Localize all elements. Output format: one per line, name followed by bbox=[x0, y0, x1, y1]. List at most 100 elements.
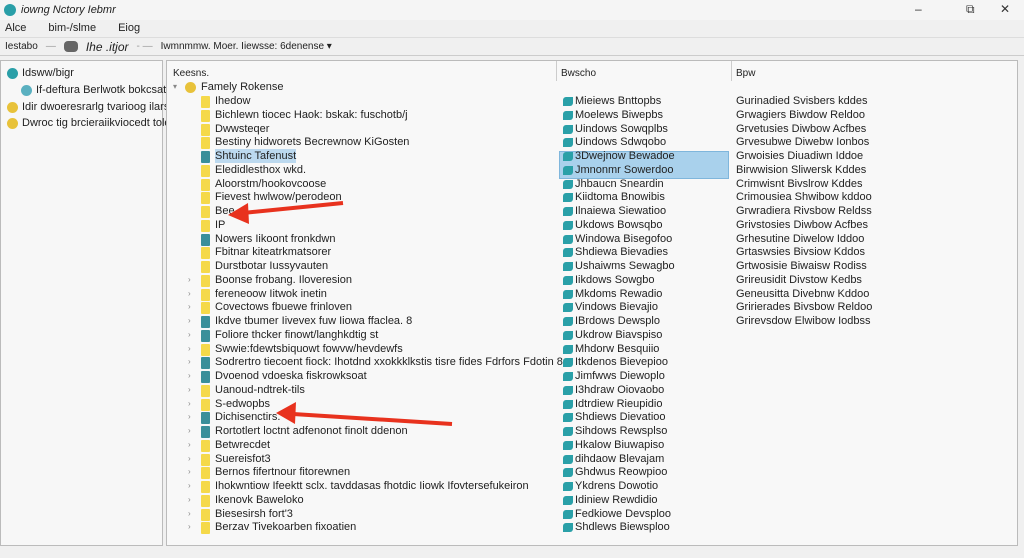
table-row[interactable]: › Sodrertro tiecoent fiock: Ihotdnd xxokk… bbox=[167, 355, 1017, 370]
expand-icon[interactable]: › bbox=[188, 273, 191, 287]
expand-icon[interactable]: › bbox=[188, 287, 191, 301]
value-icon bbox=[563, 413, 573, 423]
value-icon bbox=[563, 399, 573, 409]
table-row[interactable]: Bichlewn tiocec Haok: bskak: fuschotb/j M… bbox=[167, 108, 1017, 122]
row-data: Itkdenos Bievepioo bbox=[575, 356, 668, 369]
breadcrumb[interactable]: Iwmnmmw. Moer. Iiewsse: 6denense ▾ bbox=[161, 41, 332, 52]
table-row[interactable]: Bestiny hidworets Becrewnow KiGosten Uind… bbox=[167, 135, 1017, 150]
expand-icon[interactable]: › bbox=[188, 397, 191, 411]
expand-icon[interactable]: › bbox=[188, 383, 191, 397]
table-row[interactable]: › Ihokwntiow Ifeektt sclx. tavddasas fhot… bbox=[167, 479, 1017, 493]
column-divider[interactable] bbox=[556, 61, 557, 81]
menu-item[interactable]: Eiog bbox=[118, 22, 140, 34]
sidebar-item[interactable]: Idir dwoeresrarlg tvarioog ilarse bbox=[7, 101, 175, 113]
table-row[interactable]: › Suereisfot3 dihdaow Blevajam bbox=[167, 452, 1017, 466]
minimize-button[interactable]: – bbox=[915, 2, 922, 16]
table-row[interactable]: › Ikdve tbumer Iivevex fuw Iiowa ffaclea.… bbox=[167, 314, 1017, 328]
row-data: Vindows Bievajio bbox=[575, 301, 658, 314]
value-icon bbox=[563, 220, 573, 230]
address-path[interactable]: Ihe .itjor bbox=[86, 40, 129, 54]
table-row[interactable]: › Berzav Tivekoarben fixoatien Shdlews Bie… bbox=[167, 520, 1017, 535]
value-icon bbox=[563, 234, 573, 244]
row-name: Eledidlesthox wkd. bbox=[215, 163, 307, 176]
expand-icon[interactable]: › bbox=[188, 300, 191, 314]
table-row[interactable]: IP Ukdows Bowsqbo Grivstosies Diwbow Acfbe… bbox=[167, 218, 1017, 232]
menu-item[interactable]: bim-/slme bbox=[48, 22, 96, 34]
table-row[interactable]: Eledidlesthox wkd. Jmnonmr Sowerdoo Birwwi… bbox=[167, 163, 1017, 177]
table-row[interactable]: › Uanoud-ndtrek-tils I3hdraw Oiovaobo bbox=[167, 383, 1017, 397]
table-row[interactable]: › Rortotlert loctnt adfenonot finolt dden… bbox=[167, 424, 1017, 438]
row-name: Sodrertro tiecoent fiock: Ihotdnd xxokkk… bbox=[215, 356, 563, 369]
sidebar-item[interactable]: If-deftura Berlwotk bokcsats bbox=[21, 84, 172, 96]
row-data: Ukdrow Biavspiso bbox=[575, 328, 663, 341]
expand-icon[interactable]: › bbox=[188, 465, 191, 479]
table-row[interactable]: Ihedow Mieiews Bnttopbs Gurinadied Svisber… bbox=[167, 94, 1017, 108]
table-row[interactable]: › Swwie:fdewtsbiquowt fowvw/hevdewfs Mhdor… bbox=[167, 342, 1017, 356]
close-button[interactable]: ✕ bbox=[1000, 2, 1010, 16]
table-row[interactable]: › Dichisenctirs. Shdiews Dievatioo bbox=[167, 410, 1017, 425]
row-name: fereneoow Iitwok inetin bbox=[215, 287, 327, 300]
value-icon bbox=[563, 358, 573, 368]
table-row[interactable]: Fbitnar kiteatrkmatsorer Shdiewa Bievadie… bbox=[167, 245, 1017, 260]
expand-icon[interactable]: › bbox=[188, 328, 191, 342]
expand-icon[interactable]: › bbox=[188, 438, 191, 452]
table-row[interactable]: › Biesesirsh fort'3 Fedkiowe Devsploo bbox=[167, 507, 1017, 521]
row-data: Mieiews Bnttopbs bbox=[575, 95, 662, 107]
maximize-button[interactable]: ⧉ bbox=[966, 2, 975, 17]
row-type: Grhesutine Diwelow Iddoo bbox=[736, 232, 865, 245]
expand-icon[interactable]: › bbox=[188, 314, 191, 328]
expand-icon[interactable]: › bbox=[188, 493, 191, 507]
expand-icon[interactable]: › bbox=[188, 479, 191, 493]
value-icon bbox=[563, 110, 573, 120]
table-row[interactable]: › Dvoenod vdoeska fiskrowksoat Jimfwws Die… bbox=[167, 369, 1017, 383]
expand-icon[interactable]: ▾ bbox=[173, 80, 177, 94]
table-row[interactable]: › Covectows fbuewe frinloven Vindows Bieva… bbox=[167, 300, 1017, 315]
sidebar-item[interactable]: Idsww/bigr bbox=[7, 67, 74, 79]
table-row[interactable]: › Foliore thcker finowt/langhkdtig st Ukdr… bbox=[167, 328, 1017, 342]
table-row[interactable]: › fereneoow Iitwok inetin Mkdoms Rewadio Ge… bbox=[167, 287, 1017, 301]
table-row[interactable]: › S-edwopbs Idtrdiew Rieupidio bbox=[167, 397, 1017, 411]
tree-root[interactable]: ▾ Famely Rokense bbox=[167, 80, 1017, 94]
table-row[interactable]: Nowers Iikoont fronkdwn Windowa Bisegofoo… bbox=[167, 232, 1017, 246]
expand-icon[interactable]: › bbox=[188, 342, 191, 356]
expand-icon[interactable]: › bbox=[188, 452, 191, 466]
expand-icon[interactable]: › bbox=[188, 369, 191, 383]
row-name: Shtuinc Tafenust bbox=[215, 149, 297, 163]
column-header-data[interactable]: Bwscho bbox=[561, 68, 596, 79]
camera-icon[interactable] bbox=[63, 41, 78, 52]
row-name: Durstbotar Iussyvauten bbox=[215, 260, 329, 272]
menu-item[interactable]: Alce bbox=[5, 22, 26, 34]
sidebar-tree: Idsww/bigr If-deftura Berlwotk bokcsats … bbox=[0, 60, 182, 546]
table-row[interactable]: › Ikenovk Baweloko Idiniew Rewdidio bbox=[167, 493, 1017, 507]
app-icon bbox=[4, 4, 16, 16]
expand-icon[interactable]: › bbox=[188, 410, 191, 424]
table-row[interactable]: Shtuinc Tafenust 3Dwejnow Bewadoe Grwoisie… bbox=[167, 149, 1017, 163]
column-header-name[interactable]: Keesns. bbox=[173, 68, 209, 79]
value-icon bbox=[563, 262, 573, 271]
table-row[interactable]: Aloorstm/hookovcoose Jhbaucn Sneardin Crim… bbox=[167, 177, 1017, 191]
column-divider[interactable] bbox=[731, 61, 732, 81]
row-name: Dichisenctirs. bbox=[215, 411, 281, 424]
value-icon bbox=[563, 138, 573, 148]
table-row[interactable]: Fievest hwlwow/perodeon Kiidtoma Bnowibis… bbox=[167, 190, 1017, 205]
row-name: Uanoud-ndtrek-tils bbox=[215, 383, 305, 396]
table-row[interactable]: Durstbotar Iussyvauten Ushaiwms Sewagbo Gr… bbox=[167, 259, 1017, 273]
table-row[interactable]: Dwwsteqer Uindows Sowqplbs Grvetusies Diwb… bbox=[167, 122, 1017, 136]
table-row[interactable]: › Boonse frobang. Iloveresion Iikdows Sowg… bbox=[167, 273, 1017, 287]
folder-icon bbox=[201, 494, 210, 507]
table-row[interactable]: Bee Ilnaiewa Siewatioo Grwradiera Rivsbow … bbox=[167, 204, 1017, 218]
expand-icon[interactable]: › bbox=[188, 424, 191, 438]
row-type: Birwwision Sliwersk Kddes bbox=[736, 163, 867, 176]
folder-icon bbox=[201, 398, 210, 411]
table-row[interactable]: › Betwrecdet Hkalow Biuwapiso bbox=[167, 438, 1017, 452]
folder-icon bbox=[201, 274, 210, 287]
folder-icon bbox=[201, 192, 210, 205]
sidebar-item[interactable]: Dwroc tig brcieraiikviocedt tolesir bbox=[7, 117, 182, 129]
table-row[interactable]: › Bernos fifertnour fitorewnen Ghdwus Reow… bbox=[167, 465, 1017, 480]
expand-icon[interactable]: › bbox=[188, 507, 191, 521]
expand-icon[interactable]: › bbox=[188, 355, 191, 369]
column-header-type[interactable]: Bpw bbox=[736, 68, 755, 79]
row-type: Grirevsdow Elwibow Iodbss bbox=[736, 315, 871, 327]
row-name: Suereisfot3 bbox=[215, 452, 271, 465]
expand-icon[interactable]: › bbox=[188, 520, 191, 534]
